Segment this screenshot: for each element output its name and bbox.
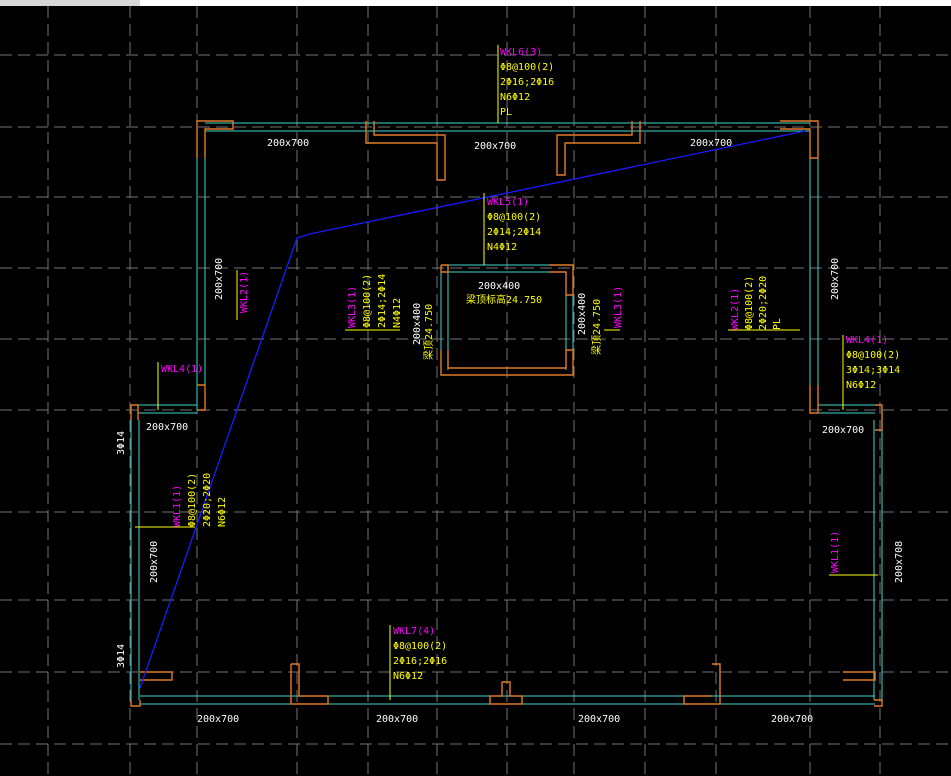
rebar-left-2: 3Φ14 [116, 644, 127, 668]
wkl7-rebar: 2Φ16;2Φ16 [393, 656, 447, 667]
wkl6-pl: PL [500, 107, 512, 118]
wkl5-rebar: 2Φ14;2Φ14 [487, 227, 541, 238]
wkl3-left-rebar: 2Φ14;2Φ14 [377, 274, 388, 328]
wkl4-right-stirrup: Φ8@100(2) [846, 350, 900, 361]
dim-top-right: 200x700 [690, 138, 732, 149]
cad-drawing-canvas[interactable]: WKL6(3) Φ8@100(2) 2Φ16;2Φ16 N6Φ12 PL WKL… [0, 0, 951, 776]
dim-bottom-4: 200x700 [771, 714, 813, 725]
dim-bottom-3: 200x700 [578, 714, 620, 725]
wkl1-left-rebar: 2Φ20;2Φ20 [202, 473, 213, 527]
dim-bottom-1: 200x700 [197, 714, 239, 725]
wkl3-left-name: WKL3(1) [347, 286, 358, 328]
wkl4-right-rebar: 3Φ14;3Φ14 [846, 365, 900, 376]
dim-core-right-elev: 梁顶24.750 [590, 299, 603, 355]
wkl2-right-name: WKL2(1) [730, 288, 741, 330]
dim-core-left-elev: 梁顶24.750 [422, 304, 435, 360]
dim-bottom-2: 200x700 [376, 714, 418, 725]
wkl5-stirrup: Φ8@100(2) [487, 212, 541, 223]
wkl2-right-pl: PL [772, 318, 783, 330]
wkl6-stirrup: Φ8@100(2) [500, 62, 554, 73]
dim-top-left: 200x700 [267, 138, 309, 149]
rebar-left-1: 3Φ14 [116, 431, 127, 455]
wkl3-right-name: WKL3(1) [613, 286, 624, 328]
wkl7-stirrup: Φ8@100(2) [393, 641, 447, 652]
wkl1-left-side: N6Φ12 [217, 497, 228, 527]
dim-right-lower: 200x708 [894, 541, 905, 583]
dim-left-mid: 200x700 [146, 422, 188, 433]
dim-core-elev: 梁顶标高24.750 [466, 293, 542, 306]
wkl5-side-rebar: N4Φ12 [487, 242, 517, 253]
wkl6-name: WKL6(3) [500, 47, 542, 58]
wkl1-left-name: WKL1(1) [172, 485, 183, 527]
wkl2-right-rebar: 2Φ20;2Φ20 [758, 276, 769, 330]
wkl7-name: WKL7(4) [393, 626, 435, 637]
dim-left-upper: 200x700 [214, 258, 225, 300]
wkl1-left-stirrup: Φ8@100(2) [187, 473, 198, 527]
wkl2-left-name: WKL2(1) [239, 271, 250, 313]
dim-core-top: 200x400 [478, 281, 520, 292]
wkl7-side-rebar: N6Φ12 [393, 671, 423, 682]
wkl1-right-name: WKL1(1) [830, 531, 841, 573]
wkl5-name: WKL5(1) [487, 197, 529, 208]
wkl2-right-stirrup: Φ8@100(2) [744, 276, 755, 330]
dim-right-upper: 200x700 [830, 258, 841, 300]
wkl3-left-side: N4Φ12 [392, 298, 403, 328]
dim-top-mid: 200x700 [474, 141, 516, 152]
dim-left-lower: 200x700 [149, 541, 160, 583]
wkl6-side-rebar: N6Φ12 [500, 92, 530, 103]
dim-core-right: 200x400 [577, 293, 588, 335]
wkl4-left-name: WKL4(1) [161, 364, 203, 375]
dim-core-left: 200x400 [412, 303, 423, 345]
wkl4-right-name: WKL4(1) [846, 335, 888, 346]
wkl3-left-stirrup: Φ8@100(2) [362, 274, 373, 328]
dim-right-mid: 200x700 [822, 425, 864, 436]
wkl6-rebar: 2Φ16;2Φ16 [500, 77, 554, 88]
wkl4-right-side: N6Φ12 [846, 380, 876, 391]
